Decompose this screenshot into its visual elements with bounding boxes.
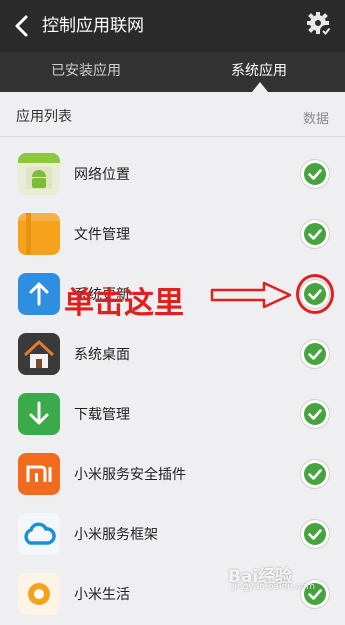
download-arrow-icon (18, 393, 60, 435)
divider (0, 136, 345, 137)
network-toggle-check[interactable] (300, 519, 330, 549)
android-location-icon (18, 153, 60, 195)
network-toggle-check[interactable] (300, 159, 330, 189)
page-title: 控制应用联网 (42, 16, 144, 36)
app-label: 小米生活 (74, 587, 130, 603)
mi-life-icon (18, 573, 60, 615)
app-label: 系统桌面 (74, 347, 130, 363)
network-toggle-check[interactable] (300, 339, 330, 369)
network-toggle-check[interactable] (300, 399, 330, 429)
app-label: 文件管理 (74, 227, 130, 243)
section-title: 应用列表 (16, 109, 72, 125)
upload-arrow-icon (18, 273, 60, 315)
annotation-arrow-icon (210, 281, 292, 309)
list-item[interactable]: 下载管理 (0, 385, 345, 445)
app-label: 小米服务安全插件 (74, 467, 186, 483)
chevron-left-icon[interactable] (10, 13, 34, 39)
app-list: 网络位置 文件管理 系统更新 系统桌面 下载管理 小米服务安全插件 小米服务框架… (0, 145, 345, 625)
title-bar: 控制应用联网 (0, 0, 345, 52)
data-column-label: 数据 (302, 112, 329, 127)
app-label: 小米服务框架 (74, 527, 158, 543)
network-toggle-check[interactable] (300, 459, 330, 489)
annotation-text: 单击这里 (64, 286, 184, 321)
mi-logo-icon (18, 453, 60, 495)
folder-icon (18, 213, 60, 255)
list-item[interactable]: 网络位置 (0, 145, 345, 205)
network-toggle-check[interactable] (300, 219, 330, 249)
tab-bar: 已安装应用 系统应用 (0, 52, 345, 92)
list-item[interactable]: 小米服务安全插件 (0, 445, 345, 505)
list-item[interactable]: 系统桌面 (0, 325, 345, 385)
tab-selected-indicator (252, 82, 268, 92)
tab-installed-apps[interactable]: 已安装应用 (0, 52, 172, 92)
app-label: 网络位置 (74, 167, 130, 183)
list-item[interactable]: 小米服务框架 (0, 505, 345, 565)
house-icon (18, 333, 60, 375)
list-item[interactable]: 小米生活 (0, 565, 345, 625)
list-item[interactable]: 文件管理 (0, 205, 345, 265)
app-label: 下载管理 (74, 407, 130, 423)
annotation-highlight-circle (296, 274, 334, 314)
gear-check-icon[interactable] (307, 12, 333, 38)
cloud-icon (18, 513, 60, 555)
watermark-url: jingyan.baidu.com (232, 582, 316, 592)
